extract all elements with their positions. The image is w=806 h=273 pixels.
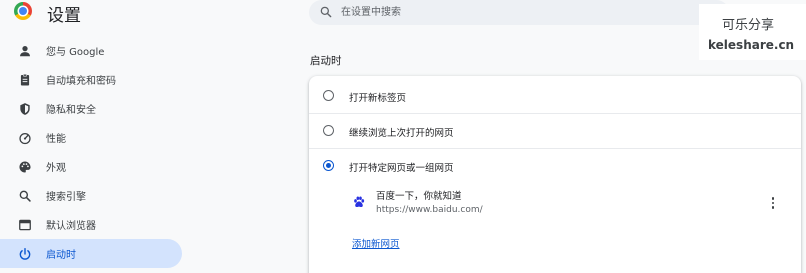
search-icon	[320, 6, 332, 18]
browser-icon	[17, 217, 32, 232]
startup-card: 打开新标签页 继续浏览上次打开的网页 打开特定网页或一组网页 百度一下，你就知道…	[309, 76, 801, 273]
more-actions-button[interactable]	[761, 193, 785, 213]
sidebar-item-label: 外观	[46, 163, 66, 174]
sidebar-item-label: 默认浏览器	[46, 221, 96, 232]
speedometer-icon	[17, 130, 32, 145]
clipboard-icon	[17, 72, 32, 87]
sidebar-item-on-startup[interactable]: 启动时	[0, 239, 182, 268]
watermark-url: keleshare.cn	[708, 38, 795, 52]
radio-label: 继续浏览上次打开的网页	[349, 128, 454, 139]
more-vert-icon-dot	[771, 197, 775, 200]
section-title: 启动时	[310, 55, 342, 67]
more-vert-icon-dot	[771, 206, 775, 209]
sidebar-item-label: 隐私和安全	[46, 105, 96, 116]
page-title: 设置	[47, 6, 81, 26]
search-input[interactable]	[341, 4, 711, 21]
palette-icon	[17, 159, 32, 174]
startup-option-continue[interactable]: 继续浏览上次打开的网页	[309, 113, 801, 147]
sidebar-item-autofill[interactable]: 自动填充和密码	[0, 65, 182, 94]
radio-button[interactable]	[323, 125, 334, 136]
more-vert-icon-dot	[771, 201, 775, 205]
search-icon	[17, 188, 32, 203]
sidebar-item-privacy[interactable]: 隐私和安全	[0, 94, 182, 123]
sidebar-item-search-engine[interactable]: 搜索引擎	[0, 181, 182, 210]
sidebar-item-you-and-google[interactable]: 您与 Google	[0, 36, 182, 65]
radio-button-checked[interactable]	[323, 160, 334, 171]
power-icon	[17, 246, 32, 261]
sidebar-item-label: 自动填充和密码	[46, 76, 116, 87]
startup-page-entry: 百度一下，你就知道 https://www.baidu.com/	[309, 185, 801, 223]
person-icon	[17, 43, 32, 58]
add-new-page-link[interactable]: 添加新网页	[352, 236, 400, 250]
sidebar-item-label: 您与 Google	[46, 47, 105, 58]
app-header: 设置	[0, 0, 290, 26]
sidebar-item-label: 启动时	[46, 250, 76, 261]
sidebar-item-performance[interactable]: 性能	[0, 123, 182, 152]
startup-option-new-tab[interactable]: 打开新标签页	[309, 78, 801, 112]
shield-icon	[17, 101, 32, 116]
baidu-paw-icon	[354, 196, 365, 208]
startup-page-url: https://www.baidu.com/	[376, 205, 483, 215]
radio-label: 打开新标签页	[349, 93, 407, 104]
chrome-logo-icon	[14, 2, 32, 20]
startup-page-name: 百度一下，你就知道	[376, 191, 462, 202]
sidebar-item-default-browser[interactable]: 默认浏览器	[0, 210, 182, 239]
sidebar-nav: 您与 Google 自动填充和密码 隐私和安全 性能 外观 搜索引擎 默认浏览器…	[0, 36, 182, 268]
radio-button[interactable]	[323, 90, 334, 101]
watermark-title: 可乐分享	[722, 18, 775, 33]
sidebar-item-label: 性能	[46, 134, 66, 145]
search-box[interactable]	[309, 0, 729, 25]
radio-label: 打开特定网页或一组网页	[349, 163, 454, 174]
startup-option-specific-pages[interactable]: 打开特定网页或一组网页	[309, 148, 801, 182]
sidebar-item-appearance[interactable]: 外观	[0, 152, 182, 181]
sidebar-item-label: 搜索引擎	[46, 192, 86, 203]
